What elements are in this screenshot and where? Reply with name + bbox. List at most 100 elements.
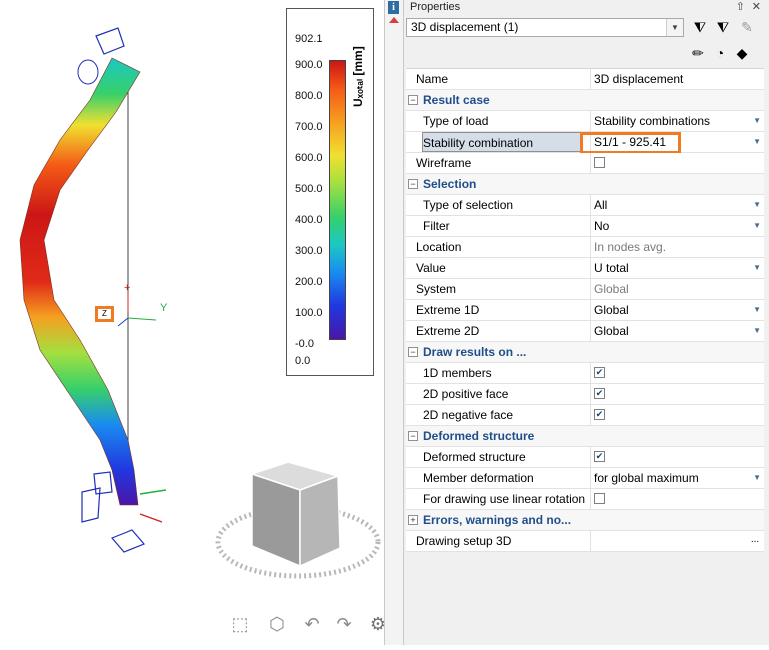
checkbox-unchecked[interactable] [594, 157, 605, 168]
property-value[interactable]: Global ▼ [590, 321, 764, 341]
property-grid: Name 3D displacement − Result case Type of l… [406, 68, 764, 552]
legend-unit: Uₓₒₜₐₗ [mm] [351, 46, 365, 107]
property-row[interactable]: For drawing use linear rotation [406, 489, 764, 510]
properties-header: Properties ⇧ ✕ [404, 0, 769, 14]
property-row[interactable]: Value U total ▼ [406, 258, 764, 279]
property-name: Type of selection [423, 198, 514, 212]
property-value[interactable]: ✔ [590, 384, 764, 404]
property-value[interactable]: ✔ [590, 363, 764, 383]
property-row[interactable]: Drawing setup 3D... [406, 531, 764, 552]
property-value-text: Global [594, 303, 629, 317]
brush-icon[interactable]: ✏ [688, 44, 708, 62]
funnel-add-icon[interactable]: ⧨ [713, 18, 733, 36]
funnel-icon[interactable]: ⧨ [690, 18, 710, 36]
property-value-text: All [594, 198, 608, 212]
collapse-icon[interactable]: − [408, 347, 418, 357]
ellipsis-button[interactable]: ... [746, 533, 764, 548]
redo-view-icon[interactable]: ↷ [332, 612, 356, 636]
pin-icon[interactable]: ⇧ [736, 0, 745, 14]
chevron-down-icon[interactable]: ▼ [753, 195, 761, 215]
panel-splitter[interactable]: i [384, 0, 404, 645]
property-name: 2D negative face [423, 408, 514, 422]
property-name: Member deformation [423, 471, 534, 485]
property-value[interactable]: ✔ [590, 447, 764, 467]
view-cube[interactable] [215, 461, 381, 579]
property-row[interactable]: Extreme 1D Global ▼ [406, 300, 764, 321]
legend-tick-label: 800.0 [295, 90, 323, 102]
chevron-down-icon[interactable]: ▼ [753, 258, 761, 278]
chevron-down-icon[interactable]: ▼ [666, 19, 683, 36]
property-value[interactable]: U total ▼ [590, 258, 764, 278]
render-icon[interactable]: ◆ [732, 44, 752, 62]
property-row[interactable]: Wireframe [406, 153, 764, 174]
property-value[interactable]: All ▼ [590, 195, 764, 215]
section-header[interactable]: − Selection [406, 174, 764, 195]
property-row[interactable]: Deformed structure ✔ [406, 447, 764, 468]
section-header[interactable]: − Result case [406, 90, 764, 111]
property-row[interactable]: System Global [406, 279, 764, 300]
pie-icon[interactable]: ◔ [710, 44, 730, 62]
chevron-down-icon[interactable]: ▼ [753, 321, 761, 341]
property-row[interactable]: 1D members ✔ [406, 363, 764, 384]
section-header[interactable]: − Draw results on ... [406, 342, 764, 363]
section-header[interactable]: − Deformed structure [406, 426, 764, 447]
property-value[interactable]: 3D displacement [590, 69, 764, 89]
support-symbol-bottom-3 [110, 529, 146, 553]
property-value[interactable] [590, 153, 764, 173]
checkbox-checked[interactable]: ✔ [594, 367, 605, 378]
property-row[interactable]: Member deformation for global maximum ▼ [406, 468, 764, 489]
zoom-selection-icon[interactable]: ⬚ [228, 612, 252, 636]
property-value-text: U total [594, 261, 629, 275]
3d-viewport[interactable]: + Y Z 902.1 Uₓₒₜₐₗ [mm] 900.0 800.0 700.0 6… [0, 0, 386, 645]
property-value[interactable]: ... [590, 531, 764, 551]
pencil-icon[interactable]: ✎ [737, 18, 757, 36]
chevron-down-icon[interactable]: ▼ [753, 111, 761, 131]
deformed-member [19, 57, 141, 506]
undo-view-icon[interactable]: ↶ [300, 612, 324, 636]
collapse-icon[interactable]: − [408, 179, 418, 189]
property-name: Drawing setup 3D [416, 534, 512, 548]
properties-panel: Properties ⇧ ✕ 3D displacement (1) ▼ ⧨ ⧨… [404, 0, 769, 645]
section-header[interactable]: + Errors, warnings and no... [406, 510, 764, 531]
legend-tick-label: 900.0 [295, 59, 323, 71]
property-row[interactable]: Name 3D displacement [406, 69, 764, 90]
view-cube-icon[interactable]: ⬡ [265, 612, 289, 636]
legend-tick-label: 200.0 [295, 276, 323, 288]
property-value-text: Stability combinations [594, 114, 711, 128]
info-icon[interactable]: i [388, 1, 399, 14]
property-row[interactable]: Extreme 2D Global ▼ [406, 321, 764, 342]
expand-icon[interactable]: + [408, 515, 418, 525]
checkbox-unchecked[interactable] [594, 493, 605, 504]
property-row[interactable]: 2D positive face ✔ [406, 384, 764, 405]
result-selector[interactable]: 3D displacement (1) ▼ [406, 18, 684, 37]
property-value[interactable]: S1/1 - 925.41 ▼ [590, 132, 764, 152]
property-value[interactable]: ✔ [590, 405, 764, 425]
support-symbol-bottom-2 [93, 471, 113, 495]
collapse-icon[interactable]: − [408, 95, 418, 105]
checkbox-checked[interactable]: ✔ [594, 451, 605, 462]
property-row[interactable]: Stability combination S1/1 - 925.41 ▼ [406, 132, 764, 154]
checkbox-checked[interactable]: ✔ [594, 388, 605, 399]
property-value[interactable]: Global ▼ [590, 300, 764, 320]
property-row[interactable]: Type of selection All ▼ [406, 195, 764, 216]
legend-tick-label: 400.0 [295, 214, 323, 226]
close-icon[interactable]: ✕ [752, 0, 761, 14]
chevron-down-icon[interactable]: ▼ [753, 132, 761, 152]
property-value[interactable]: Stability combinations ▼ [590, 111, 764, 131]
property-row[interactable]: 2D negative face ✔ [406, 405, 764, 426]
property-row[interactable]: Type of load Stability combinations ▼ [406, 111, 764, 132]
collapse-arrow-icon[interactable] [389, 17, 399, 23]
chevron-down-icon[interactable]: ▼ [753, 300, 761, 320]
property-value[interactable] [590, 489, 764, 509]
checkbox-checked[interactable]: ✔ [594, 409, 605, 420]
property-row[interactable]: Filter No ▼ [406, 216, 764, 237]
axis-z-marker[interactable]: Z [95, 306, 114, 322]
legend-tick-label: 500.0 [295, 183, 323, 195]
property-row[interactable]: Location In nodes avg. [406, 237, 764, 258]
property-value[interactable]: for global maximum ▼ [590, 468, 764, 488]
collapse-icon[interactable]: − [408, 431, 418, 441]
chevron-down-icon[interactable]: ▼ [753, 468, 761, 488]
property-value-text: 3D displacement [594, 72, 684, 86]
chevron-down-icon[interactable]: ▼ [753, 216, 761, 236]
property-value[interactable]: No ▼ [590, 216, 764, 236]
